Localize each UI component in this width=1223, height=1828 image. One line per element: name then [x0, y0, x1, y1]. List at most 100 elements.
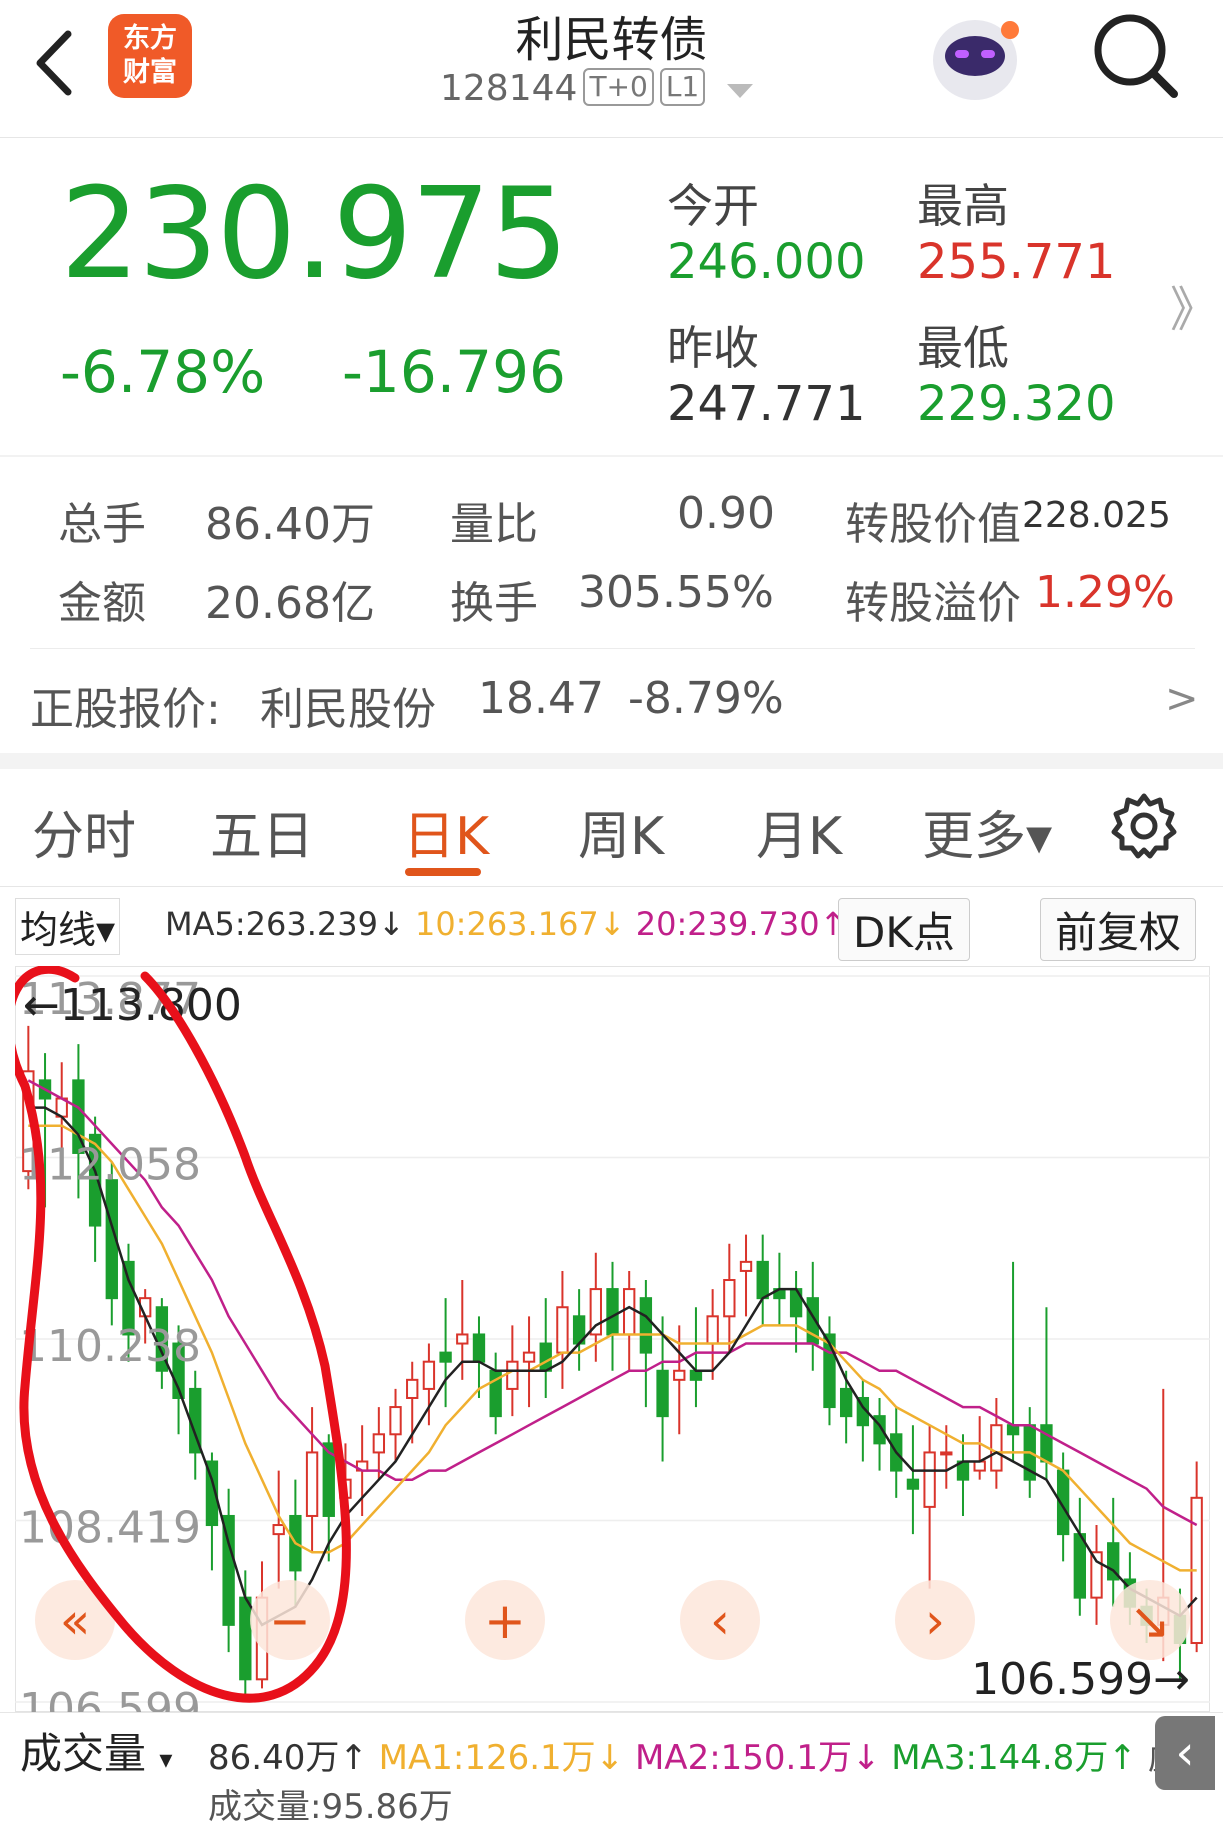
volume-ratio-value: 0.90: [677, 488, 775, 539]
candle-up: [522, 1351, 536, 1363]
turnover-value: 305.55%: [578, 567, 774, 618]
max-price-label: ←113.800: [23, 980, 242, 1031]
divider: [0, 455, 1223, 457]
candle-up: [305, 1451, 319, 1517]
candle-down: [1040, 1424, 1053, 1463]
candle-down: [689, 1369, 703, 1381]
search-icon[interactable]: [1090, 10, 1180, 100]
security-code: 128144: [440, 68, 578, 109]
ma10-value: 10:263.167↓: [414, 905, 626, 943]
scroll-to-start-icon: «: [60, 1592, 91, 1650]
zoom-in-icon: +: [484, 1592, 526, 1650]
candle-down: [839, 1387, 853, 1418]
section-gap: [0, 753, 1223, 769]
volume-ma1: MA1:126.1万↓: [378, 1738, 625, 1778]
tab-monthly-k[interactable]: 月K: [756, 794, 842, 869]
underlying-price: 18.47: [478, 673, 604, 724]
candle-up: [372, 1433, 386, 1454]
volume-current: 86.40万↑: [208, 1738, 368, 1778]
candle-up: [422, 1360, 436, 1390]
amount-value: 20.68亿: [205, 578, 375, 629]
candle-down: [656, 1369, 669, 1418]
amount-label: 金额: [58, 578, 146, 629]
candle-down: [239, 1596, 252, 1681]
open-label: 今开: [667, 179, 759, 233]
conversion-value: 228.025: [1022, 495, 1171, 536]
high-label: 最高: [917, 179, 1009, 233]
caret-down-icon: ▾: [159, 1745, 173, 1775]
ma5-value: MA5:263.239↓: [165, 905, 405, 943]
candle-up: [272, 1524, 285, 1536]
volume-selector[interactable]: 成交量 ▾: [20, 1720, 172, 1781]
settings-gear-icon[interactable]: [1110, 792, 1178, 860]
candle-up: [739, 1260, 753, 1272]
period-tabs: 分时 五日 日K 周K 月K 更多▾: [0, 770, 1223, 887]
move-left-icon: ‹: [710, 1592, 730, 1650]
scroll-to-end-icon: ↘: [1129, 1592, 1171, 1650]
candle-up: [923, 1451, 936, 1508]
ma20-value: 20:239.730↑: [635, 905, 847, 943]
adjustment-button[interactable]: 前复权: [1040, 898, 1197, 961]
ma-values: MA5:263.239↓ 10:263.167↓ 20:239.730↑: [165, 905, 846, 943]
assistant-robot-icon[interactable]: [920, 8, 1030, 108]
prev-close-label: 昨收: [667, 321, 759, 375]
candle-down: [539, 1342, 552, 1372]
low-label: 最低: [917, 321, 1009, 375]
caret-down-icon: [726, 84, 753, 98]
tplus0-tag: T+0: [583, 68, 654, 106]
candle-up: [456, 1333, 469, 1345]
candle-down: [1073, 1533, 1086, 1599]
volume-ratio-label: 量比: [450, 499, 538, 550]
dk-point-button[interactable]: DK点: [838, 898, 970, 961]
candle-up: [406, 1378, 419, 1399]
candle-down: [472, 1333, 486, 1363]
candle-up: [723, 1279, 736, 1318]
collapse-side-button[interactable]: ‹: [1155, 1716, 1215, 1790]
conversion-premium-value: 1.29%: [1035, 567, 1175, 618]
security-code-row[interactable]: 128144 T+0 L1: [440, 68, 755, 109]
min-price-label: 106.599→: [971, 1654, 1190, 1705]
conversion-premium-label: 转股溢价: [845, 578, 1021, 629]
candle-down: [906, 1478, 920, 1490]
candle-up: [973, 1460, 986, 1472]
volume-value: 86.40万: [205, 499, 375, 550]
change-amount: -16.796: [342, 338, 566, 406]
kline-chart[interactable]: 113.877112.058110.238108.419106.599←113.…: [15, 966, 1210, 1712]
quote-more-icon[interactable]: 》: [1170, 270, 1218, 340]
tab-weekly-k[interactable]: 周K: [578, 794, 664, 869]
open-value: 246.000: [667, 234, 866, 290]
chevron-right-icon: >: [1165, 676, 1199, 722]
underlying-label: 正股报价:: [30, 684, 221, 735]
top-header: 东方 财富 利民转债 128144 T+0 L1: [0, 0, 1223, 138]
underlying-change: -8.79%: [628, 673, 784, 724]
turnover-label: 换手: [450, 578, 538, 629]
candle-up: [623, 1288, 636, 1336]
volume-selector-label: 成交量: [20, 1729, 147, 1778]
candle-up: [556, 1306, 569, 1354]
candle-up: [506, 1360, 519, 1390]
last-price: 230.975: [60, 160, 569, 307]
candle-up: [389, 1406, 402, 1436]
underlying-stock-row[interactable]: 正股报价: 利民股份 18.47 -8.79% >: [0, 652, 1223, 750]
candle-down: [606, 1288, 619, 1336]
candle-up: [990, 1424, 1003, 1472]
tab-daily-k[interactable]: 日K: [403, 794, 489, 869]
move-right-icon: ›: [925, 1592, 945, 1650]
candle-down: [439, 1351, 452, 1363]
underlying-name: 利民股份: [260, 684, 436, 735]
volume-info: 86.40万↑ MA1:126.1万↓ MA2:150.1万↓ MA3:144.…: [208, 1730, 1223, 1828]
candle-up: [673, 1369, 686, 1381]
change-percent: -6.78%: [60, 338, 266, 406]
tab-five-day[interactable]: 五日: [210, 794, 314, 869]
chevron-left-icon: ‹: [1175, 1725, 1195, 1781]
level1-tag: L1: [659, 68, 706, 106]
volume-ma2: MA2:150.1万↓: [634, 1738, 881, 1778]
tab-more[interactable]: 更多▾: [922, 794, 1052, 869]
zoom-out-icon: −: [269, 1592, 311, 1650]
low-value: 229.320: [917, 376, 1116, 432]
high-value: 255.771: [917, 234, 1116, 290]
tab-intraday[interactable]: 分时: [32, 794, 136, 869]
indicator-selector[interactable]: 均线▾: [15, 898, 121, 955]
volume-label: 总手: [58, 499, 146, 550]
candle-down: [756, 1260, 769, 1300]
